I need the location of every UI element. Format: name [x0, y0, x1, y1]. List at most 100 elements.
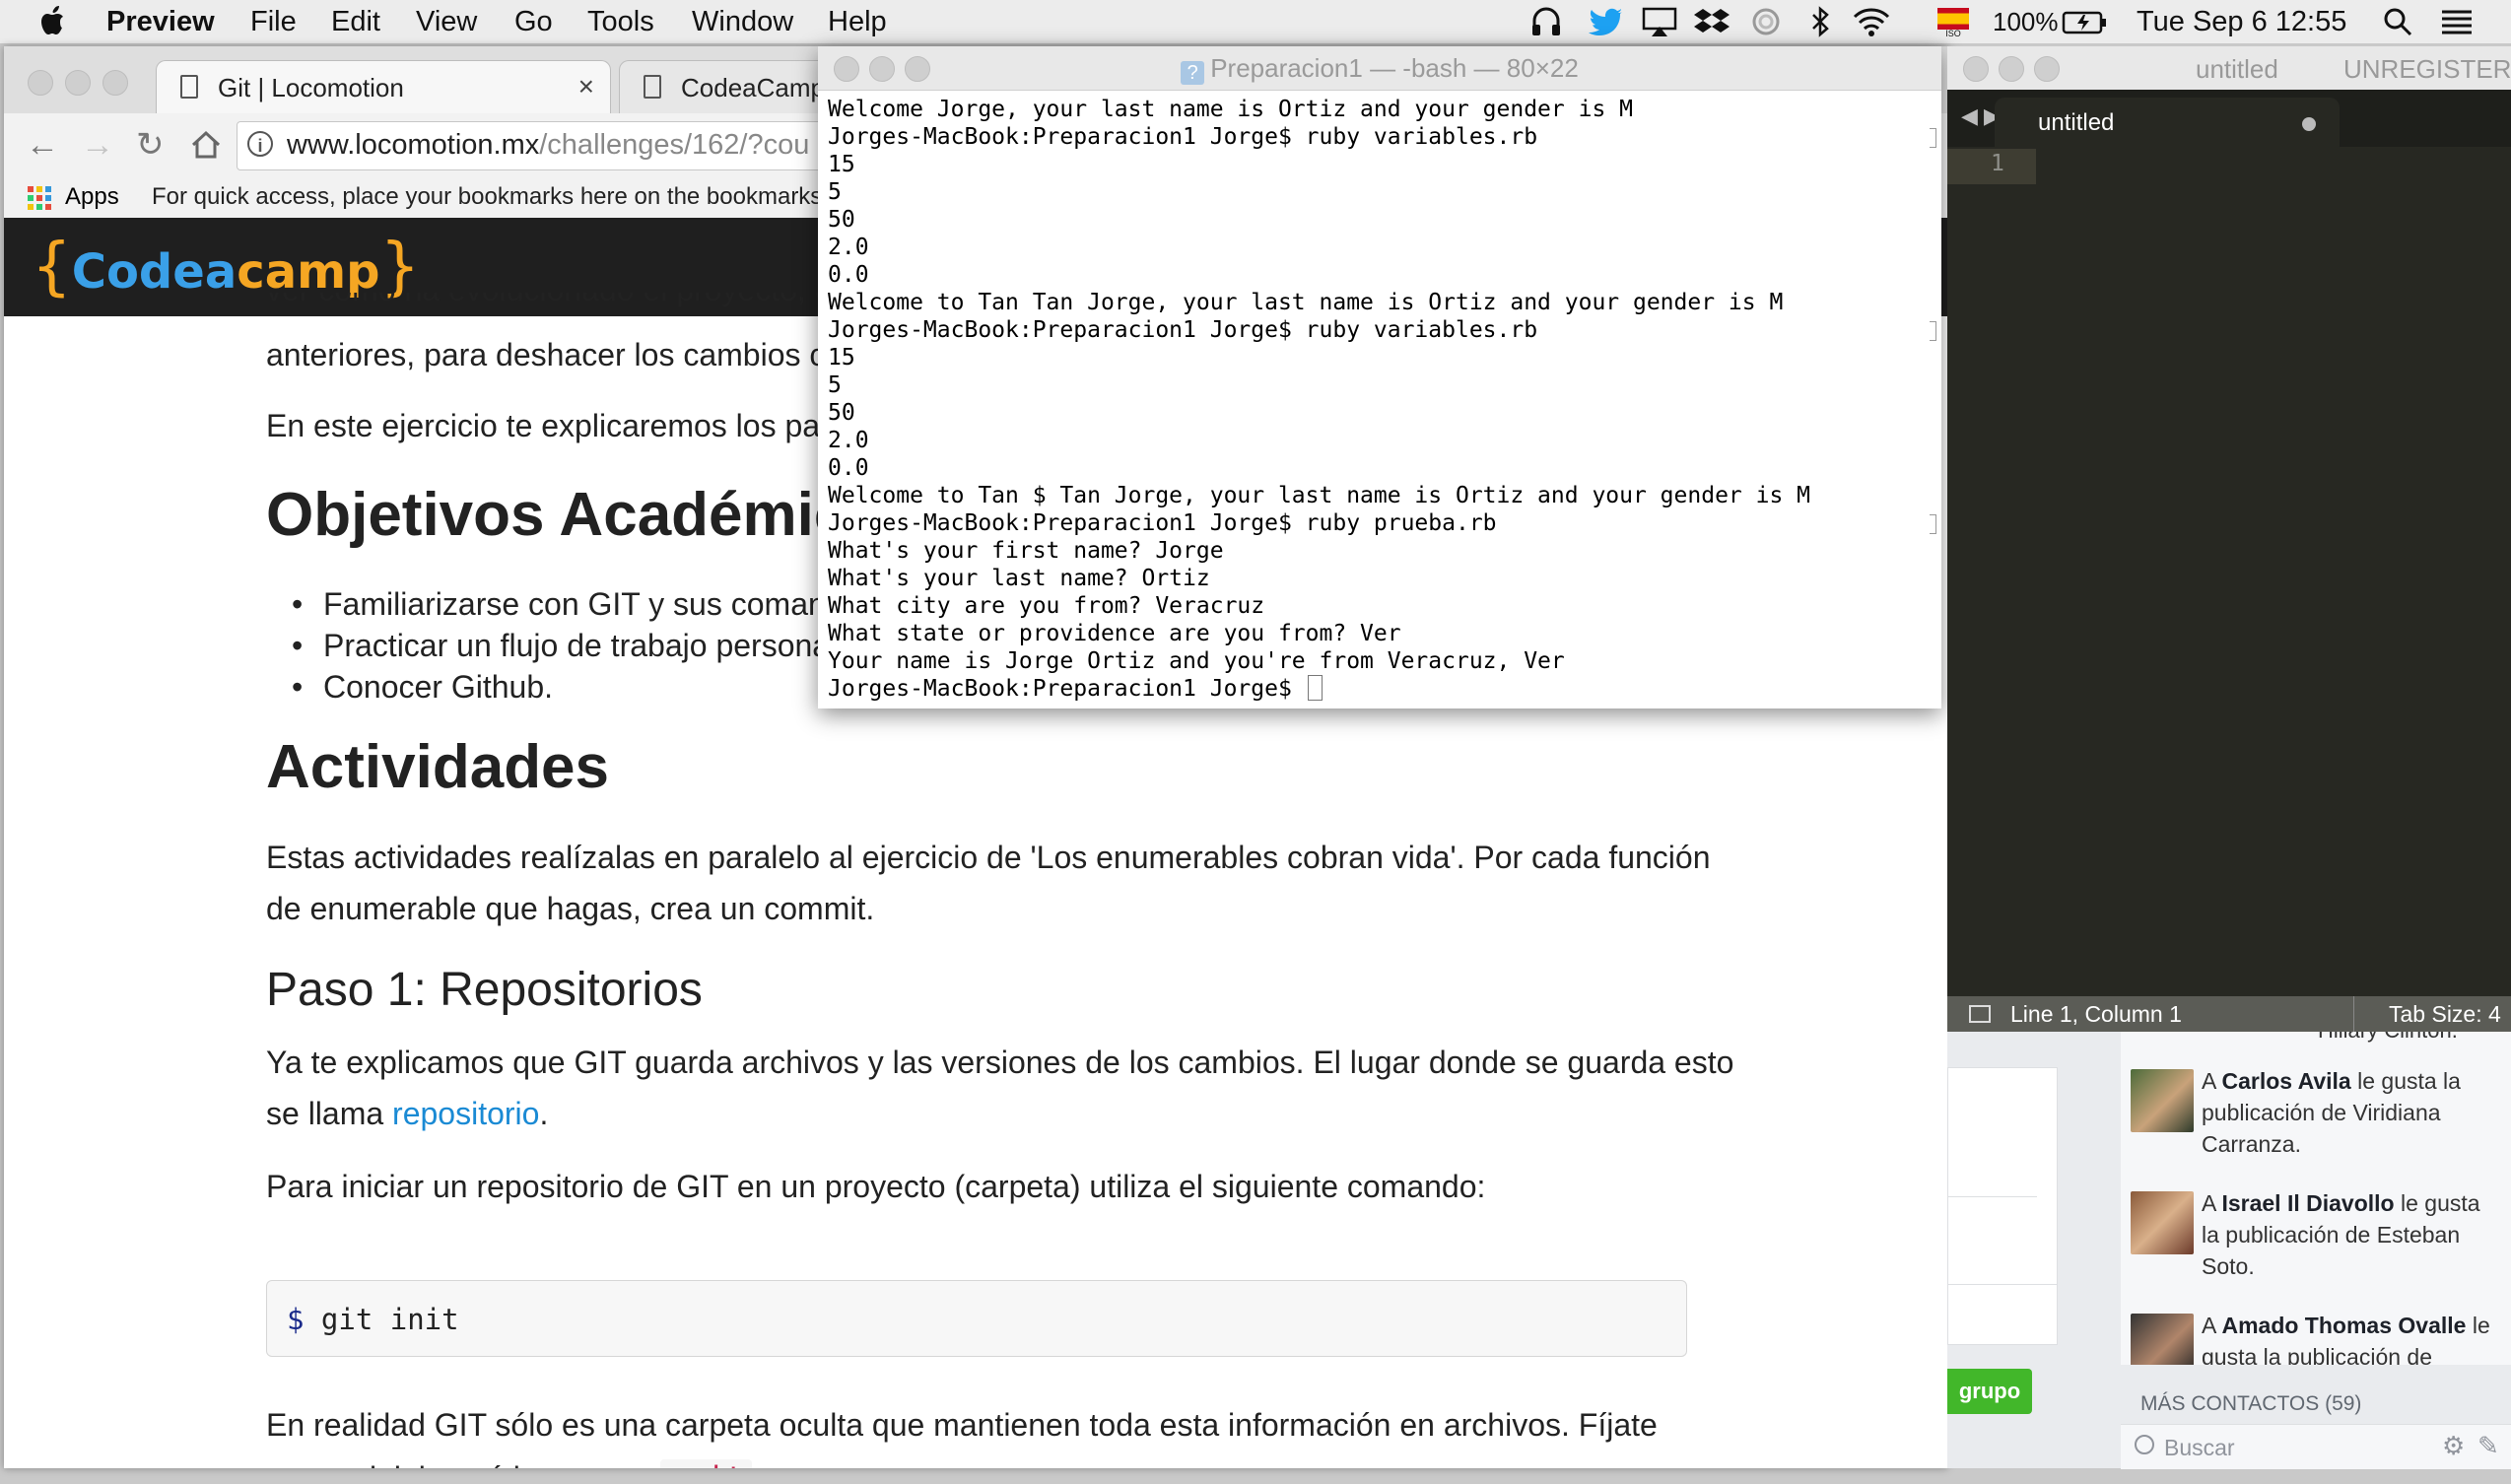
minimize-window-button[interactable]: [65, 70, 91, 96]
code-command: git init: [304, 1303, 459, 1336]
unregistered-label: UNREGISTERED: [2343, 54, 2511, 84]
unsaved-dot-icon[interactable]: [2302, 117, 2316, 131]
info-icon[interactable]: i: [247, 131, 273, 157]
menu-view[interactable]: View: [416, 5, 477, 38]
page-icon: [644, 75, 661, 99]
panel-toggle-icon[interactable]: [1969, 1005, 1991, 1023]
sublime-window: untitled UNREGISTERED ◀ ▶ untitled 1 Lin…: [1947, 46, 2511, 1032]
forward-arrow-icon[interactable]: →: [81, 125, 114, 165]
search-icon[interactable]: [2381, 5, 2414, 38]
settings-gear-icon[interactable]: ⚙: [2442, 1431, 2465, 1461]
tab-title: Git | Locomotion: [218, 73, 404, 102]
menu-window[interactable]: Window: [692, 5, 793, 38]
twitter-icon[interactable]: [1587, 5, 1626, 38]
dropbox-icon[interactable]: [1693, 5, 1731, 38]
terminal-line: Welcome to Tan $ Tan Jorge, your last na…: [828, 483, 1810, 508]
terminal-line: 5: [828, 372, 842, 398]
logo-text-codea: Codea: [71, 244, 238, 300]
heading-actividades: Actividades: [266, 733, 610, 801]
back-arrow-icon[interactable]: ←: [26, 125, 59, 165]
terminal-line: What city are you from? Veracruz: [828, 593, 1265, 619]
document-proxy-icon[interactable]: ?: [1181, 61, 1205, 85]
heading-paso-1: Paso 1: Repositorios: [266, 964, 703, 1016]
ticker-name[interactable]: Carlos Avila: [2221, 1068, 2350, 1094]
zoom-window-button[interactable]: [102, 70, 128, 96]
home-icon[interactable]: [189, 125, 223, 165]
compose-icon[interactable]: ✎: [2477, 1431, 2499, 1461]
actividades-line-1: Estas actividades realízalas en paralelo…: [266, 840, 1711, 875]
menu-help[interactable]: Help: [828, 5, 887, 38]
tab-git-locomotion[interactable]: Git | Locomotion ×: [156, 60, 611, 114]
real-line-2: como git init creó la carpeta .git.: [266, 1451, 761, 1468]
apple-menu-icon[interactable]: [39, 4, 69, 37]
facebook-background: grupo Hillary Clinton. A Carlos Avila le…: [1947, 1032, 2511, 1469]
minimize-window-button[interactable]: [1999, 56, 2024, 82]
init-intro: Para iniciar un repositorio de GIT en un…: [266, 1169, 1486, 1204]
paso-line-2: se llama repositorio.: [266, 1096, 549, 1131]
airplay-icon[interactable]: [1640, 5, 1679, 38]
create-group-button[interactable]: grupo: [1947, 1369, 2032, 1414]
ticker-cut-text: Hillary Clinton.: [2318, 1032, 2458, 1044]
ticker-item[interactable]: A Amado Thomas Ovalle le gusta la public…: [2121, 1290, 2511, 1365]
close-window-button[interactable]: [1963, 56, 1989, 82]
avatar: [2131, 1069, 2194, 1132]
line-number: 1: [1991, 151, 2004, 176]
terminal-line: 15: [828, 152, 855, 177]
terminal-window[interactable]: ? Preparacion1 — -bash — 80×22 Welcome Jo…: [818, 46, 1941, 708]
sync-icon[interactable]: [1748, 5, 1784, 38]
logo-brace-open: {: [32, 231, 72, 304]
ticker-name[interactable]: Amado Thomas Ovalle: [2221, 1313, 2466, 1338]
terminal-line: What's your first name? Jorge: [828, 538, 1224, 564]
headphones-icon[interactable]: [1529, 5, 1563, 38]
input-flag-icon[interactable]: ISO: [1937, 5, 1969, 38]
mark-bracket: [1930, 514, 1936, 534]
sublime-statusbar: Line 1, Column 1 Tab Size: 4: [1947, 996, 2511, 1032]
terminal-line: Jorges-MacBook:Preparacion1 Jorge$ ruby …: [828, 317, 1538, 343]
status-divider: [2353, 996, 2354, 1032]
menu-tools[interactable]: Tools: [587, 5, 654, 38]
ticker-name[interactable]: Israel Il Diavollo: [2221, 1190, 2394, 1216]
battery-icon[interactable]: [2062, 5, 2109, 38]
code-prompt: $: [287, 1303, 305, 1336]
menubar-clock[interactable]: Tue Sep 6 12:55: [2137, 5, 2346, 38]
line-gutter: 1: [1947, 147, 2036, 186]
terminal-line: Welcome Jorge, your last name is Ortiz a…: [828, 97, 1633, 122]
terminal-titlebar[interactable]: ? Preparacion1 — -bash — 80×22: [818, 46, 1941, 91]
sublime-tabbar: ◀ ▶ untitled: [1947, 90, 2511, 147]
menu-file[interactable]: File: [250, 5, 297, 38]
wifi-icon[interactable]: [1851, 5, 1892, 38]
list-icon[interactable]: [2438, 5, 2476, 38]
apps-grid-icon[interactable]: [28, 186, 51, 210]
tab-size[interactable]: Tab Size: 4: [2389, 1001, 2501, 1028]
contacts-search[interactable]: Buscar ⚙ ✎: [2121, 1424, 2511, 1469]
terminal-line: Jorges-MacBook:Preparacion1 Jorge$: [828, 675, 1810, 703]
close-tab-icon[interactable]: ×: [578, 71, 594, 102]
close-window-button[interactable]: [28, 70, 53, 96]
menu-edit[interactable]: Edit: [331, 5, 380, 38]
apps-bookmark[interactable]: Apps: [65, 183, 119, 211]
editor-area[interactable]: [2036, 147, 2511, 996]
feed-card: [1947, 1284, 2058, 1345]
sublime-titlebar[interactable]: untitled UNREGISTERED: [1947, 46, 2511, 91]
activity-ticker: Hillary Clinton. A Carlos Avila le gusta…: [2121, 1032, 2511, 1365]
menu-app-name[interactable]: Preview: [106, 5, 215, 38]
avatar: [2131, 1191, 2194, 1254]
zoom-window-button[interactable]: [2034, 56, 2060, 82]
sublime-tab-untitled[interactable]: untitled: [1995, 98, 2340, 147]
bluetooth-icon[interactable]: [1805, 5, 1835, 38]
terminal-output[interactable]: Welcome Jorge, your last name is Ortiz a…: [828, 96, 1810, 703]
terminal-line: 0.0: [828, 455, 869, 481]
inline-code-git: .git: [660, 1459, 753, 1468]
feed-card: [1947, 1067, 2058, 1302]
sublime-title: untitled: [2196, 54, 2278, 84]
code-block: $ git init: [266, 1280, 1687, 1357]
search-icon: [2135, 1435, 2154, 1454]
repositorio-link[interactable]: repositorio: [392, 1096, 539, 1131]
battery-percent: 100%: [1993, 7, 2059, 36]
terminal-cursor: [1307, 675, 1323, 701]
ticker-item[interactable]: A Carlos Avila le gusta la publicación d…: [2121, 1046, 2511, 1164]
reload-icon[interactable]: ↻: [136, 125, 165, 165]
menu-go[interactable]: Go: [514, 5, 553, 38]
ticker-item[interactable]: A Israel Il Diavollo le gusta la publica…: [2121, 1168, 2511, 1286]
objetivo-item: Conocer Github.: [292, 667, 553, 707]
